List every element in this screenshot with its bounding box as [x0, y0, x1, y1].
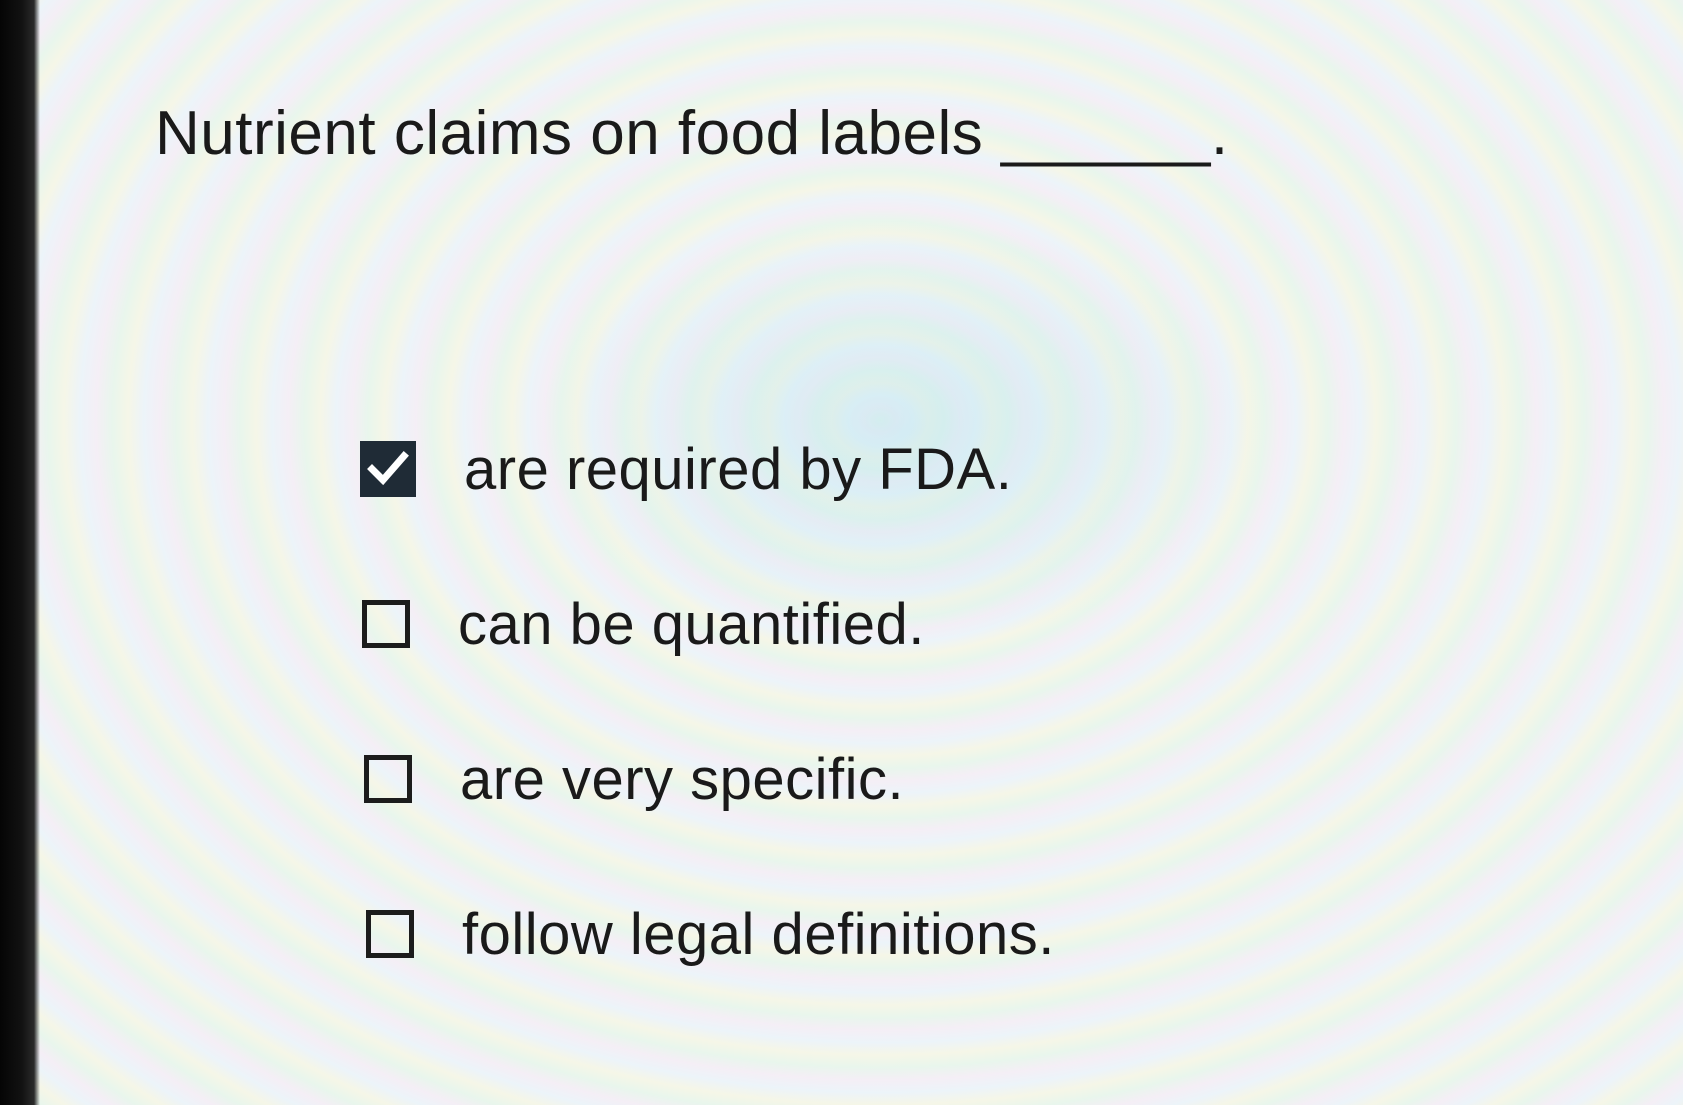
option-very-specific[interactable]: are very specific. [364, 740, 1055, 818]
answer-options: are required by FDA. can be quantified. … [360, 430, 1055, 1050]
checkbox-unchecked[interactable] [366, 910, 414, 958]
option-legal-definitions[interactable]: follow legal definitions. [366, 895, 1055, 973]
option-label: can be quantified. [458, 591, 925, 657]
option-can-be-quantified[interactable]: can be quantified. [362, 585, 1055, 663]
option-label: are required by FDA. [464, 436, 1013, 502]
option-required-by-fda[interactable]: are required by FDA. [360, 430, 1055, 508]
option-label: follow legal definitions. [462, 901, 1055, 967]
checkbox-checked[interactable] [360, 441, 416, 497]
checkmark-icon [367, 451, 409, 486]
monitor-bezel [0, 0, 40, 1105]
option-label: are very specific. [460, 746, 905, 812]
checkbox-unchecked[interactable] [362, 600, 410, 648]
question-text: Nutrient claims on food labels ______. [155, 99, 1229, 168]
checkbox-unchecked[interactable] [364, 755, 412, 803]
